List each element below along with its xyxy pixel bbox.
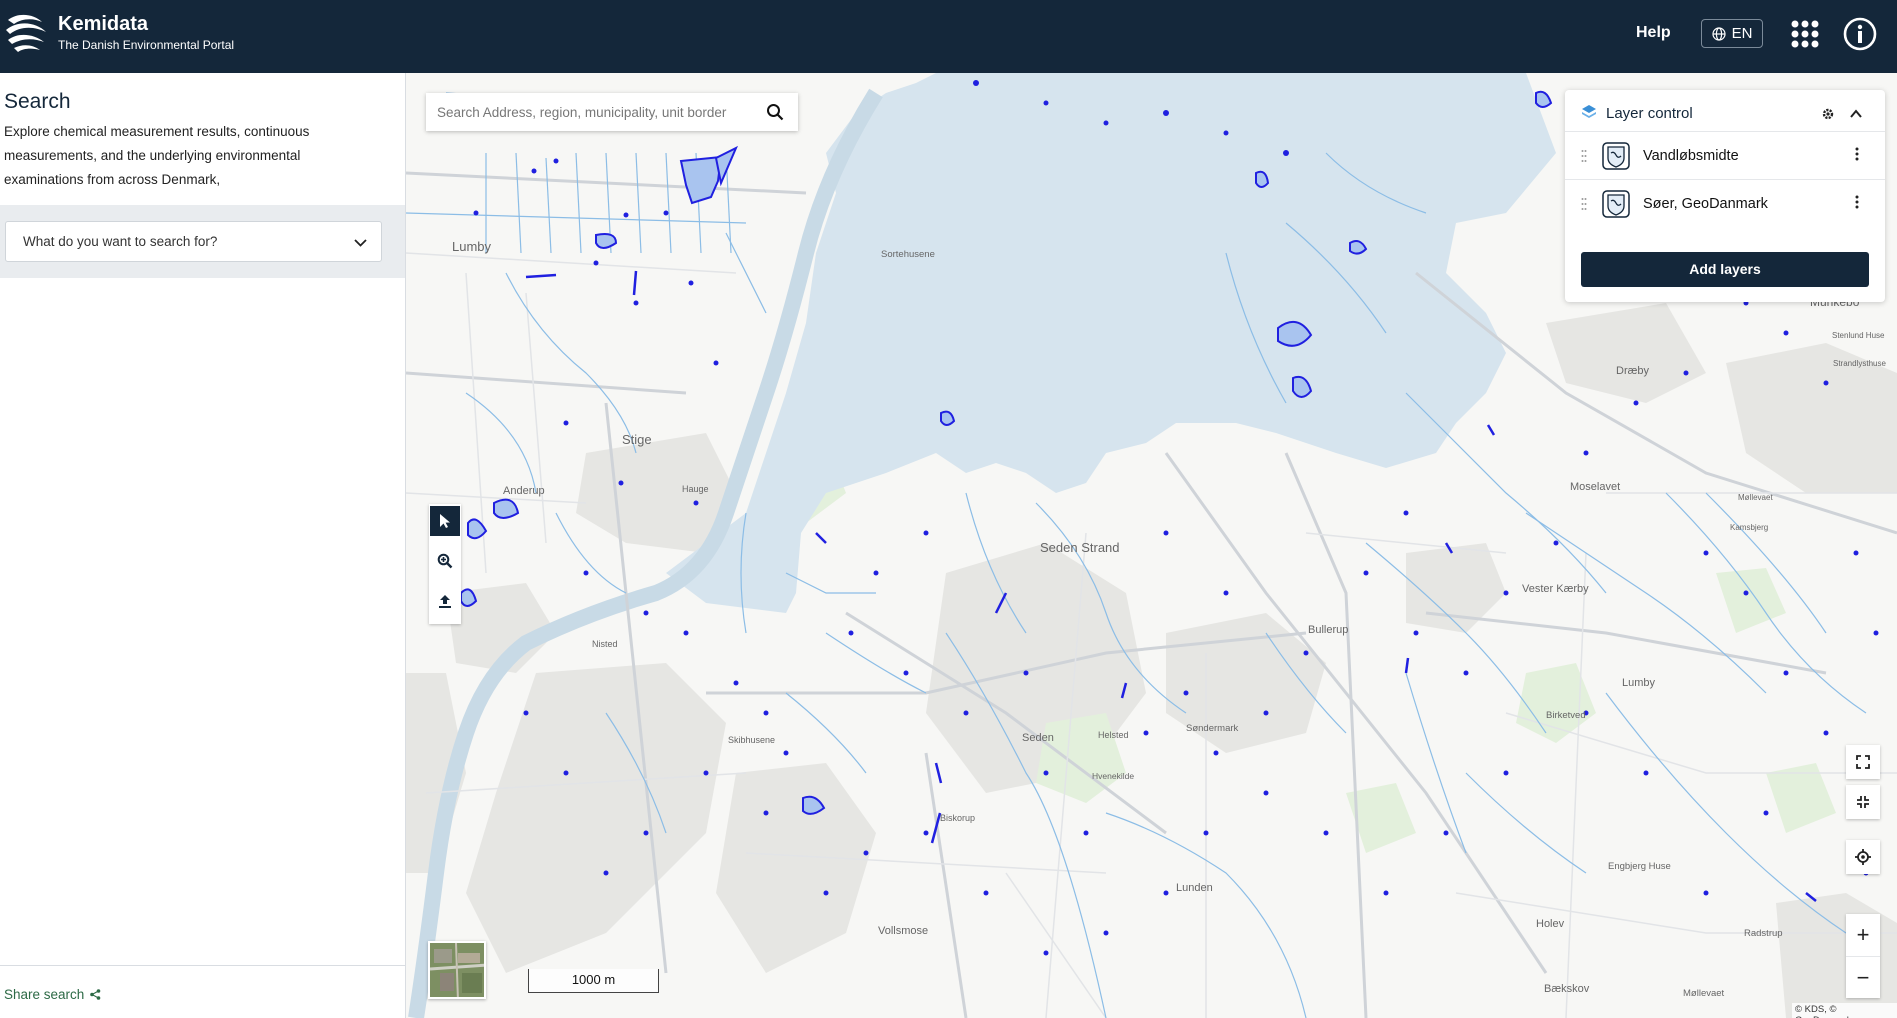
language-button[interactable]: EN bbox=[1701, 19, 1763, 48]
layer-row[interactable]: Vandløbsmidte bbox=[1565, 131, 1885, 179]
place-label: Lunden bbox=[1176, 882, 1213, 894]
zoom-area-tool[interactable] bbox=[430, 546, 460, 576]
place-label: Radstrup bbox=[1744, 928, 1783, 939]
layer-name: Vandløbsmidte bbox=[1643, 148, 1739, 164]
address-search-placeholder: Search Address, region, municipality, un… bbox=[437, 105, 727, 120]
lake-layer-icon bbox=[1602, 190, 1630, 218]
place-label: Engbjerg Huse bbox=[1608, 861, 1671, 872]
chevron-up-icon[interactable] bbox=[1849, 107, 1863, 121]
search-sidebar: Search Explore chemical measurement resu… bbox=[0, 73, 406, 1018]
zoom-in-button[interactable]: + bbox=[1846, 914, 1880, 956]
map-canvas[interactable]: Høsnæs Lumby Sortehusene Stige Anderup H… bbox=[406, 73, 1897, 1018]
place-label: Lumby bbox=[1622, 677, 1656, 689]
place-label: Bullerup bbox=[1308, 624, 1349, 636]
place-label: Vollsmose bbox=[878, 925, 929, 937]
search-title: Search bbox=[4, 90, 71, 113]
place-label: Søndermark bbox=[1186, 723, 1239, 734]
chevron-down-icon bbox=[354, 239, 367, 247]
fjord-water bbox=[666, 73, 1556, 613]
add-layers-button[interactable]: Add layers bbox=[1581, 252, 1869, 287]
place-label: Hauge bbox=[682, 484, 709, 494]
place-label: Strandlysthuse bbox=[1833, 359, 1886, 368]
place-label: Vester Kærby bbox=[1522, 583, 1589, 595]
place-label: Moselavet bbox=[1570, 481, 1621, 493]
place-label: Dræby bbox=[1616, 365, 1650, 377]
zoom-magnifier-icon bbox=[437, 553, 453, 569]
map-attribution: © KDS, © GeoDanmark bbox=[1792, 1003, 1897, 1018]
search-description: Explore chemical measurement results, co… bbox=[4, 124, 310, 187]
share-icon bbox=[90, 989, 101, 1000]
place-label: Birketved bbox=[1546, 710, 1586, 721]
upload-icon bbox=[439, 595, 451, 608]
address-search-input[interactable]: Search Address, region, municipality, un… bbox=[426, 93, 798, 131]
apps-grid-icon[interactable] bbox=[1790, 19, 1820, 49]
select-tool[interactable] bbox=[430, 506, 460, 536]
place-label: Biskorup bbox=[940, 813, 976, 823]
place-label: Lumby bbox=[452, 239, 492, 254]
app-subtitle: The Danish Environmental Portal bbox=[58, 38, 235, 52]
help-link[interactable]: Help bbox=[1636, 24, 1671, 42]
fullscreen-button[interactable] bbox=[1846, 745, 1880, 779]
place-label: Møllevaet bbox=[1683, 988, 1725, 999]
exit-fullscreen-button[interactable] bbox=[1846, 785, 1880, 819]
drag-handle-icon[interactable] bbox=[1581, 197, 1587, 211]
layer-control-title: Layer control bbox=[1606, 105, 1693, 122]
top-bar: Kemidata The Danish Environmental Portal… bbox=[0, 0, 1897, 73]
map-toolbar bbox=[429, 504, 461, 624]
language-label: EN bbox=[1731, 25, 1753, 42]
zoom-control: + − bbox=[1846, 914, 1880, 998]
share-search-link[interactable]: Share search bbox=[4, 987, 101, 1002]
fullscreen-icon bbox=[1856, 755, 1870, 769]
search-type-placeholder: What do you want to search for? bbox=[23, 234, 218, 249]
scale-label: 1000 m bbox=[571, 972, 616, 987]
more-options-icon[interactable] bbox=[1855, 147, 1859, 161]
place-label: Møllevaet bbox=[1738, 493, 1773, 502]
locate-me-button[interactable] bbox=[1846, 840, 1880, 874]
search-intro: Search Explore chemical measurement resu… bbox=[0, 73, 405, 205]
kemidata-logo-icon[interactable] bbox=[4, 10, 48, 56]
more-options-icon[interactable] bbox=[1855, 195, 1859, 209]
drag-handle-icon[interactable] bbox=[1581, 149, 1587, 163]
info-icon[interactable] bbox=[1843, 17, 1877, 51]
collapse-icon bbox=[1857, 796, 1869, 808]
divider bbox=[0, 965, 405, 966]
share-search-label: Share search bbox=[4, 987, 85, 1002]
search-panel: Search Explore chemical measurement resu… bbox=[0, 73, 405, 278]
layers-icon bbox=[1582, 105, 1596, 118]
place-label: Stige bbox=[622, 432, 652, 447]
layer-name: Søer, GeoDanmark bbox=[1643, 196, 1768, 212]
place-label: Bækskov bbox=[1544, 983, 1590, 995]
basemap-switcher[interactable] bbox=[428, 941, 486, 999]
stream-layer-icon bbox=[1602, 142, 1630, 170]
search-icon[interactable] bbox=[766, 103, 784, 121]
aerial-basemap-thumbnail bbox=[430, 943, 484, 997]
location-target-icon bbox=[1855, 849, 1871, 865]
place-label: Kamsbjerg bbox=[1730, 523, 1769, 532]
place-label: Skibhusene bbox=[728, 735, 776, 745]
place-label: Anderup bbox=[503, 485, 545, 497]
search-type-select[interactable]: What do you want to search for? bbox=[5, 221, 382, 262]
place-label: Seden bbox=[1022, 732, 1054, 744]
layer-control-panel: Layer control Vandløbsmidte Søer, GeoDan… bbox=[1565, 90, 1885, 302]
upload-tool[interactable] bbox=[430, 586, 460, 616]
place-label: Holev bbox=[1536, 918, 1565, 930]
app-title: Kemidata bbox=[58, 13, 149, 35]
globe-icon bbox=[1711, 26, 1726, 41]
place-label: Helsted bbox=[1098, 730, 1129, 740]
scale-bar: 1000 m bbox=[528, 969, 659, 993]
place-label: Stenlund Huse bbox=[1832, 331, 1885, 340]
place-label: Nisted bbox=[592, 639, 618, 649]
cursor-icon bbox=[440, 514, 450, 528]
place-label: Sortehusene bbox=[881, 249, 935, 260]
zoom-out-button[interactable]: − bbox=[1846, 956, 1880, 998]
layer-row[interactable]: Søer, GeoDanmark bbox=[1565, 179, 1885, 227]
gear-icon[interactable] bbox=[1821, 107, 1835, 121]
place-label: Hvenekilde bbox=[1092, 771, 1135, 781]
place-label: Seden Strand bbox=[1040, 540, 1120, 555]
